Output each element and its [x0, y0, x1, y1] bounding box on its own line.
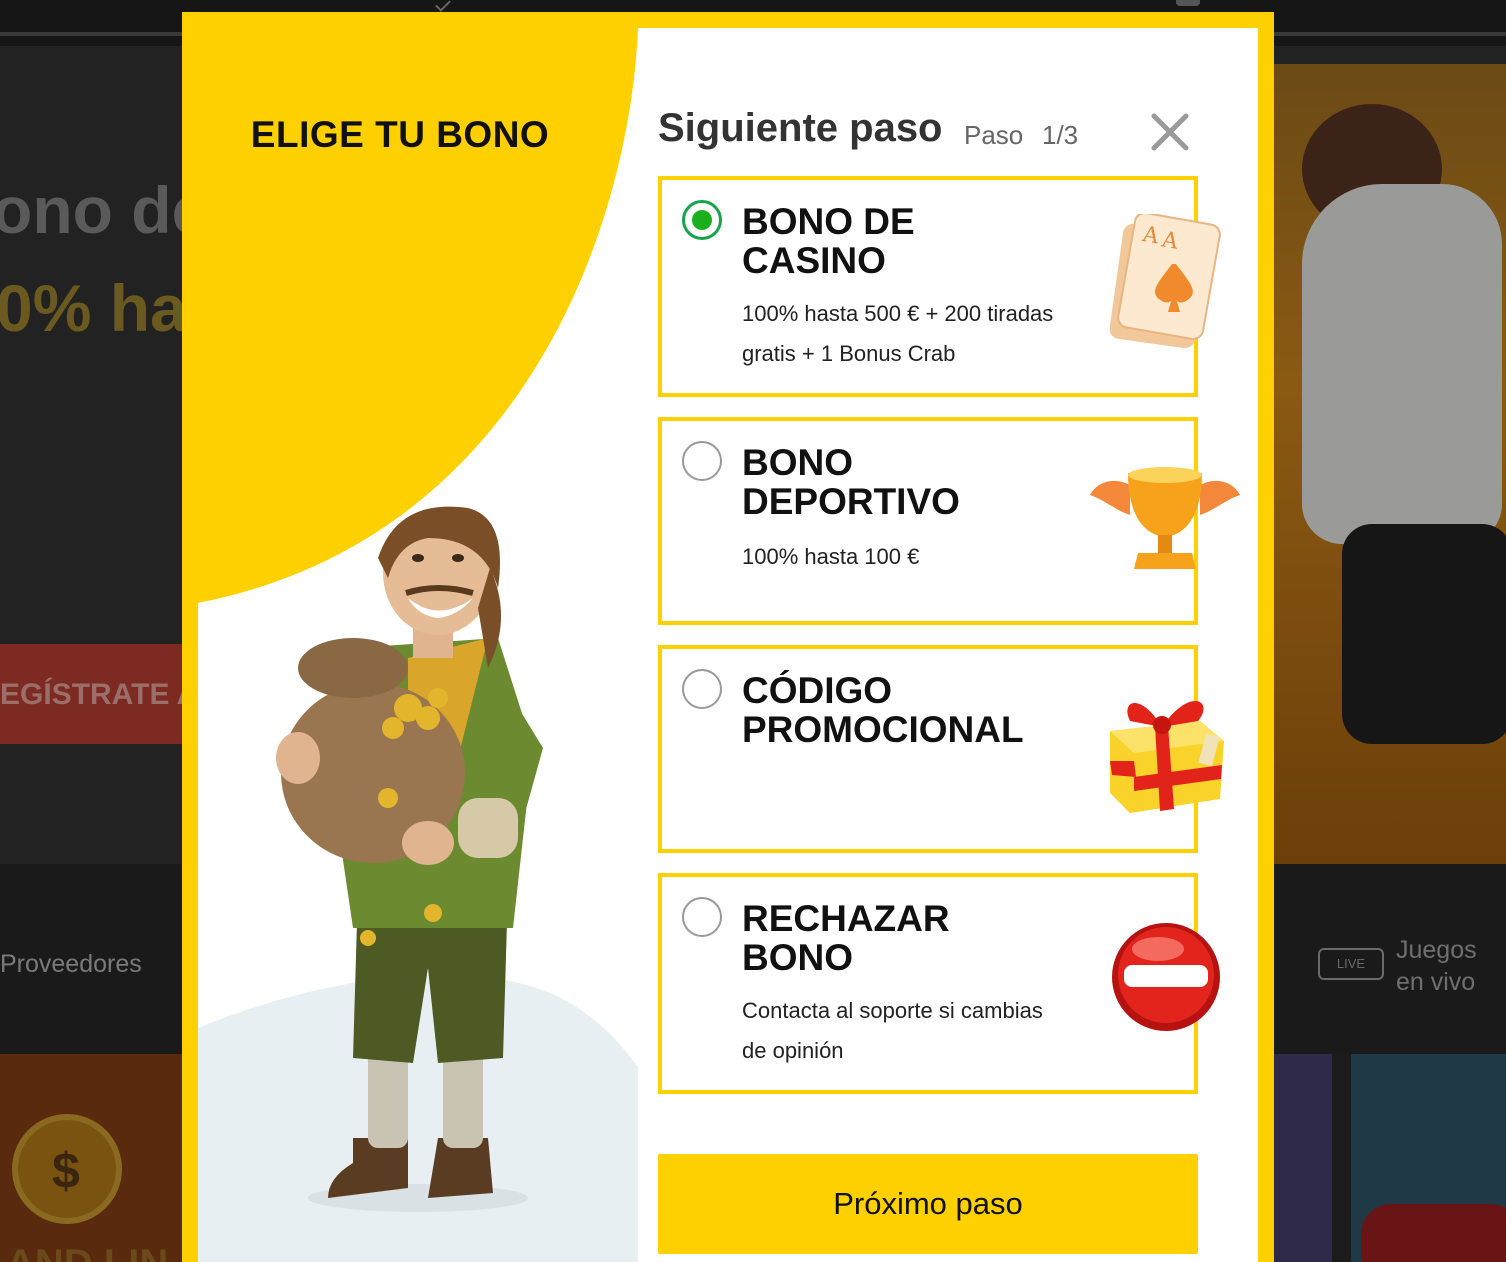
modal-illustration-panel: ELIGE TU BONO	[198, 28, 638, 1262]
game-tile	[1351, 1054, 1506, 1262]
radio-decline[interactable]	[682, 897, 722, 937]
athlete-shorts	[1342, 524, 1506, 744]
modal-content: ELIGE TU BONO Siguiente paso Paso 1/3 BO…	[198, 28, 1258, 1262]
bonus-option-promo-code[interactable]: CÓDIGO PROMOCIONAL	[658, 645, 1224, 853]
step-header: Siguiente paso Paso 1/3	[658, 106, 1218, 156]
option-title: RECHAZAR BONO	[742, 898, 950, 978]
athlete-shirt	[1302, 184, 1502, 544]
bonus-option-decline[interactable]: RECHAZAR BONO Contacta al soporte si cam…	[658, 873, 1220, 1094]
step-title: Siguiente paso	[658, 106, 943, 150]
option-title: BONO DEPORTIVO	[742, 442, 960, 522]
radio-casino[interactable]	[682, 200, 722, 240]
step-label: Paso	[964, 120, 1024, 150]
gift-box-icon	[1110, 701, 1224, 813]
option-title: CÓDIGO PROMOCIONAL	[742, 670, 1024, 750]
athlete-image	[1262, 64, 1506, 864]
option-title: BONO DE CASINO	[742, 201, 915, 281]
option-description: 100% hasta 500 € + 200 tiradas gratis + …	[742, 301, 1054, 366]
playing-cards-icon: A A	[1109, 214, 1221, 349]
game-tile-title: AND LIN	[6, 1242, 168, 1262]
option-description: Contacta al soporte si cambias de opinió…	[742, 998, 1043, 1063]
user-icon	[1176, 0, 1200, 6]
chevron-down-icon	[435, 0, 451, 12]
register-button: EGÍSTRATE A	[0, 644, 200, 744]
nav-live-games: Juegos en vivo	[1396, 936, 1477, 996]
close-icon	[1151, 113, 1189, 151]
register-button-label: EGÍSTRATE A	[0, 678, 199, 711]
trophy-icon	[1090, 467, 1240, 569]
bonus-option-sports[interactable]: BONO DEPORTIVO 100% hasta 100 €	[658, 417, 1240, 625]
choose-bonus-title: ELIGE TU BONO	[250, 114, 550, 155]
close-button[interactable]	[1148, 110, 1192, 154]
option-description: 100% hasta 100 €	[742, 544, 920, 569]
step-counter: 1/3	[1042, 120, 1079, 150]
adventurer-character-image	[276, 506, 543, 1212]
next-step-label: Próximo paso	[833, 1186, 1023, 1221]
next-step-button[interactable]: Próximo paso	[658, 1154, 1198, 1254]
hero-heading: ono de	[0, 173, 209, 247]
bonus-selection-modal: ELIGE TU BONO Siguiente paso Paso 1/3 BO…	[182, 12, 1274, 1262]
bonus-option-casino[interactable]: BONO DE CASINO 100% hasta 500 € + 200 ti…	[658, 176, 1221, 397]
radio-sports[interactable]	[682, 441, 722, 481]
game-tile: $ AND LIN	[0, 1054, 200, 1262]
live-icon: LIVE	[1318, 948, 1384, 980]
no-entry-icon	[1112, 923, 1220, 1031]
radio-promo-code[interactable]	[682, 669, 722, 709]
dollar-coin-icon: $	[12, 1114, 122, 1224]
nav-providers: Proveedores	[0, 950, 142, 978]
